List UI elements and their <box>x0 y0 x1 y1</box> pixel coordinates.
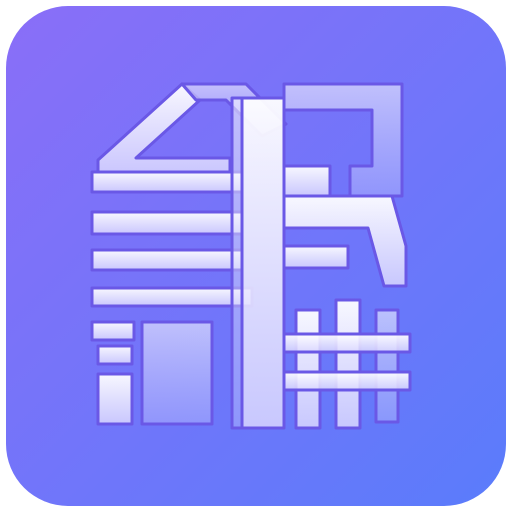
app-icon[interactable] <box>0 0 512 512</box>
logo-bar-4 <box>90 286 254 308</box>
logo-bar-3 <box>90 248 244 272</box>
logo-block-lower-left <box>90 320 136 342</box>
logo-bar-2 <box>90 210 244 236</box>
logo-grid-glyph <box>282 298 412 430</box>
logo-bar-1 <box>90 170 244 194</box>
logo-pillar <box>240 96 286 430</box>
app-icon-svg <box>6 6 506 506</box>
